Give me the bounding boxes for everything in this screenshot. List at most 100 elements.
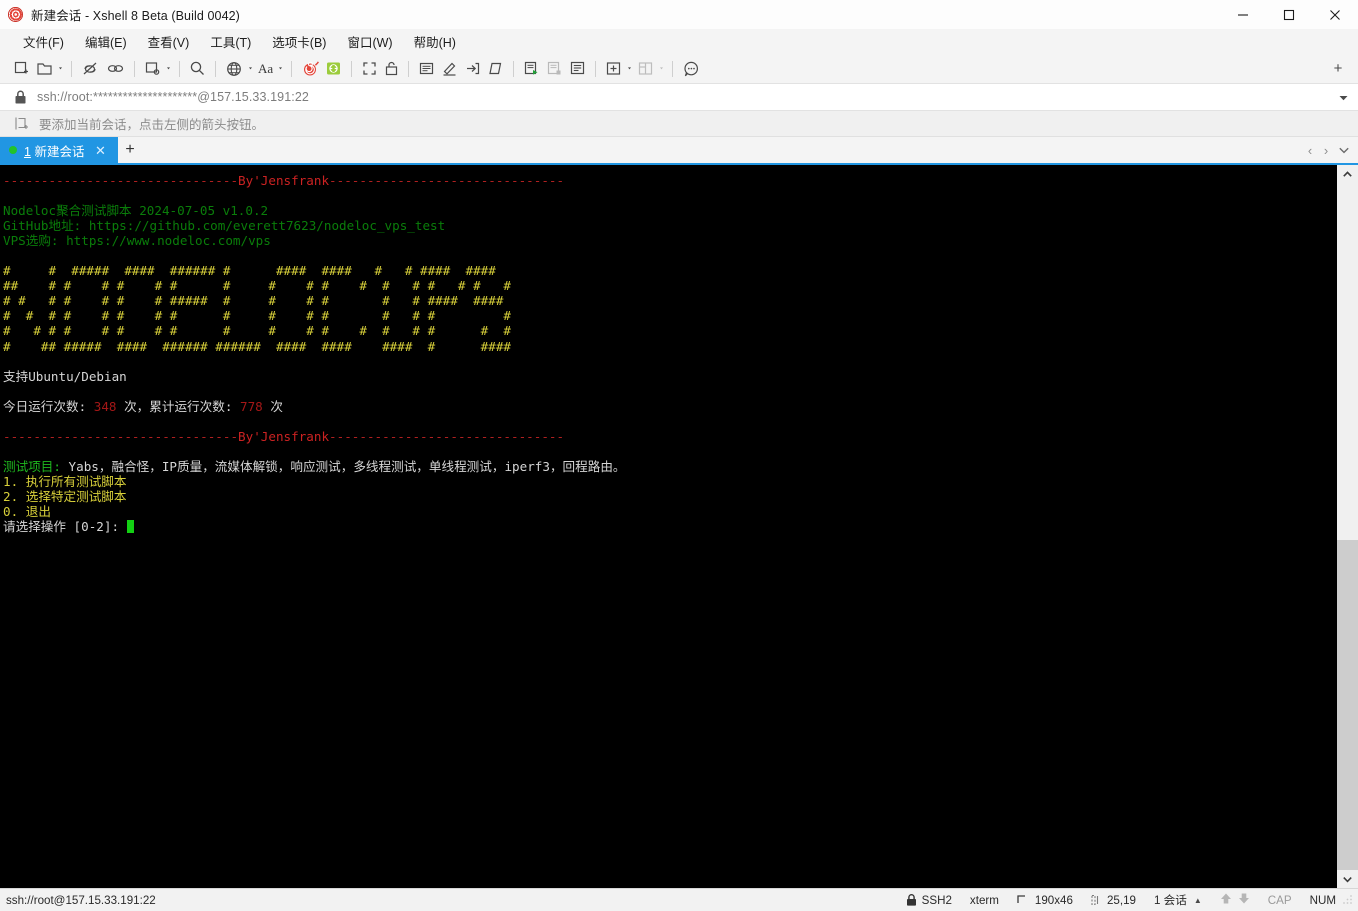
- split-layout-icon[interactable]: [634, 58, 657, 80]
- search-icon[interactable]: [186, 58, 209, 80]
- terminal-text: -------------------------------: [3, 173, 239, 188]
- terminal-text: -------------------------------: [329, 173, 565, 188]
- status-size: 190x46: [1008, 889, 1082, 911]
- terminal-scrollbar[interactable]: [1336, 165, 1358, 888]
- disconnect-icon[interactable]: [78, 58, 103, 80]
- tab-prev-icon[interactable]: ‹: [1302, 137, 1318, 163]
- status-sessions[interactable]: 1 会话 ▲: [1145, 889, 1211, 911]
- address-input[interactable]: ssh://root:*********************@157.15.…: [37, 90, 309, 104]
- scroll-up-button[interactable]: [1337, 165, 1358, 183]
- highlight-icon[interactable]: [438, 58, 461, 80]
- terminal-line: # # # # # # # # # # # # # # # #: [3, 308, 1336, 323]
- compose-pane-icon[interactable]: [415, 58, 438, 80]
- add-tab-icon[interactable]: [602, 58, 625, 80]
- address-bar[interactable]: ssh://root:*********************@157.15.…: [0, 83, 1358, 111]
- menu-help[interactable]: 帮助(H): [405, 29, 465, 54]
- reconnect-icon[interactable]: [103, 58, 128, 80]
- encoding-globe-icon[interactable]: [222, 58, 246, 80]
- terminal-line: 2. 选择特定测试脚本: [3, 489, 1336, 504]
- maximize-button[interactable]: [1266, 0, 1312, 29]
- fullscreen-icon[interactable]: [358, 58, 381, 80]
- pause-log-icon[interactable]: [543, 58, 566, 80]
- new-session-icon[interactable]: [10, 58, 33, 80]
- open-log-icon[interactable]: [566, 58, 589, 80]
- clear-screen-icon[interactable]: [484, 58, 507, 80]
- terminal-text: 支持Ubuntu/Debian: [3, 368, 127, 384]
- font-size-dropdown[interactable]: [276, 58, 285, 80]
- terminal-text: VPS选购: https://www.nodeloc.com/vps: [3, 233, 271, 249]
- tab-close-icon[interactable]: ✕: [93, 143, 107, 157]
- session-properties-icon[interactable]: [141, 58, 164, 80]
- xftp-icon[interactable]: [322, 58, 345, 80]
- terminal-output[interactable]: -------------------------------By'Jensfr…: [0, 165, 1336, 888]
- toolbar-separator: [595, 60, 597, 77]
- toolbar-separator: [215, 60, 216, 77]
- toolbar-add-button[interactable]: +: [1328, 54, 1348, 83]
- terminal-text: 今日运行次数:: [3, 398, 94, 414]
- hint-bar: 要添加当前会话，点击左侧的箭头按钮。: [0, 111, 1358, 137]
- start-log-icon[interactable]: [520, 58, 543, 80]
- terminal-line: 测试项目: Yabs，融合怪，IP质量，流媒体解锁，响应测试，多线程测试，单线程…: [3, 459, 1336, 474]
- scroll-down-button[interactable]: [1337, 870, 1358, 888]
- toolbar-separator: [408, 60, 410, 77]
- terminal-text: Nodeloc聚合测试脚本 2024-07-05 v1.0.2: [3, 203, 269, 219]
- hint-text: 要添加当前会话，点击左侧的箭头按钮。: [39, 118, 265, 132]
- terminal-text: -------------------------------: [329, 428, 565, 444]
- new-tab-button[interactable]: +: [118, 137, 142, 163]
- scrollbar-thumb[interactable]: [1336, 540, 1358, 870]
- terminal-text: 1. 执行所有测试脚本: [3, 473, 127, 489]
- terminal-text: 778: [239, 398, 263, 414]
- menu-tools[interactable]: 工具(T): [201, 29, 260, 54]
- minimize-button[interactable]: [1220, 0, 1266, 29]
- menu-file[interactable]: 文件(F): [14, 29, 73, 54]
- add-session-icon[interactable]: [14, 116, 30, 131]
- close-button[interactable]: [1312, 0, 1358, 29]
- split-layout-dropdown[interactable]: [657, 58, 666, 80]
- add-tab-dropdown[interactable]: [625, 58, 634, 80]
- status-transfer: [1211, 889, 1259, 911]
- terminal-line: # # # # # # # ##### # # # # # # #### ###…: [3, 293, 1336, 308]
- chat-icon[interactable]: [679, 58, 704, 80]
- terminal-text: # # # # # # # # # # # # # # # # # #: [3, 323, 511, 339]
- xshell-window: 新建会话 - Xshell 8 Beta (Build 0042) 文件(F) …: [0, 0, 1358, 911]
- terminal-text: ## # # # # # # # # # # # # # # # # #: [3, 278, 511, 294]
- encoding-dropdown[interactable]: [246, 58, 255, 80]
- tab-list-icon[interactable]: [1334, 137, 1354, 163]
- open-folder-icon[interactable]: [33, 58, 56, 80]
- toolbar-separator: [351, 60, 353, 77]
- terminal-text: By'Jensfrank: [238, 428, 330, 444]
- menu-view[interactable]: 查看(V): [139, 29, 199, 54]
- terminal-text: # # ##### #### ###### # #### #### # # ##…: [3, 263, 496, 279]
- scrollbar-track[interactable]: [1336, 183, 1358, 870]
- lock-icon: [906, 893, 917, 907]
- menu-edit[interactable]: 编辑(E): [76, 29, 136, 54]
- tab-number: 1: [24, 144, 31, 159]
- font-size-icon[interactable]: Aa: [255, 58, 276, 80]
- terminal-text: GitHub地址: https://github.com/everett7623…: [3, 218, 446, 234]
- terminal-text: # ## ##### #### ###### ###### #### #### …: [3, 338, 511, 354]
- open-folder-dropdown[interactable]: [56, 58, 65, 80]
- arrow-down-icon: [1238, 892, 1250, 908]
- resize-grip[interactable]: [1342, 893, 1356, 907]
- status-bar: ssh://root@157.15.33.191:22 SSH2 xterm 1…: [0, 888, 1358, 911]
- status-protocol-label: SSH2: [921, 893, 952, 907]
- status-sessions-caret[interactable]: ▲: [1194, 896, 1202, 905]
- chevron-down-icon[interactable]: [1332, 84, 1354, 111]
- session-properties-dropdown[interactable]: [164, 58, 173, 80]
- tab-nav: ‹ ›: [1302, 137, 1354, 163]
- terminal-line: 0. 退出: [3, 504, 1336, 519]
- menu-tabs[interactable]: 选项卡(B): [263, 29, 335, 54]
- menu-window[interactable]: 窗口(W): [338, 29, 401, 54]
- terminal-text: -------------------------------: [3, 428, 239, 444]
- tab-session-1[interactable]: 1 新建会话 ✕: [0, 137, 118, 163]
- xshell-snail-icon[interactable]: [298, 58, 322, 80]
- status-sessions-label: 1 会话: [1153, 894, 1187, 907]
- connection-status-dot: [9, 146, 17, 154]
- send-key-icon[interactable]: [461, 58, 484, 80]
- unlock-icon[interactable]: [381, 58, 402, 80]
- tab-next-icon[interactable]: ›: [1318, 137, 1334, 163]
- toolbar: Aa +: [0, 54, 1358, 83]
- terminal-line: 请选择操作 [0-2]:: [3, 519, 1336, 534]
